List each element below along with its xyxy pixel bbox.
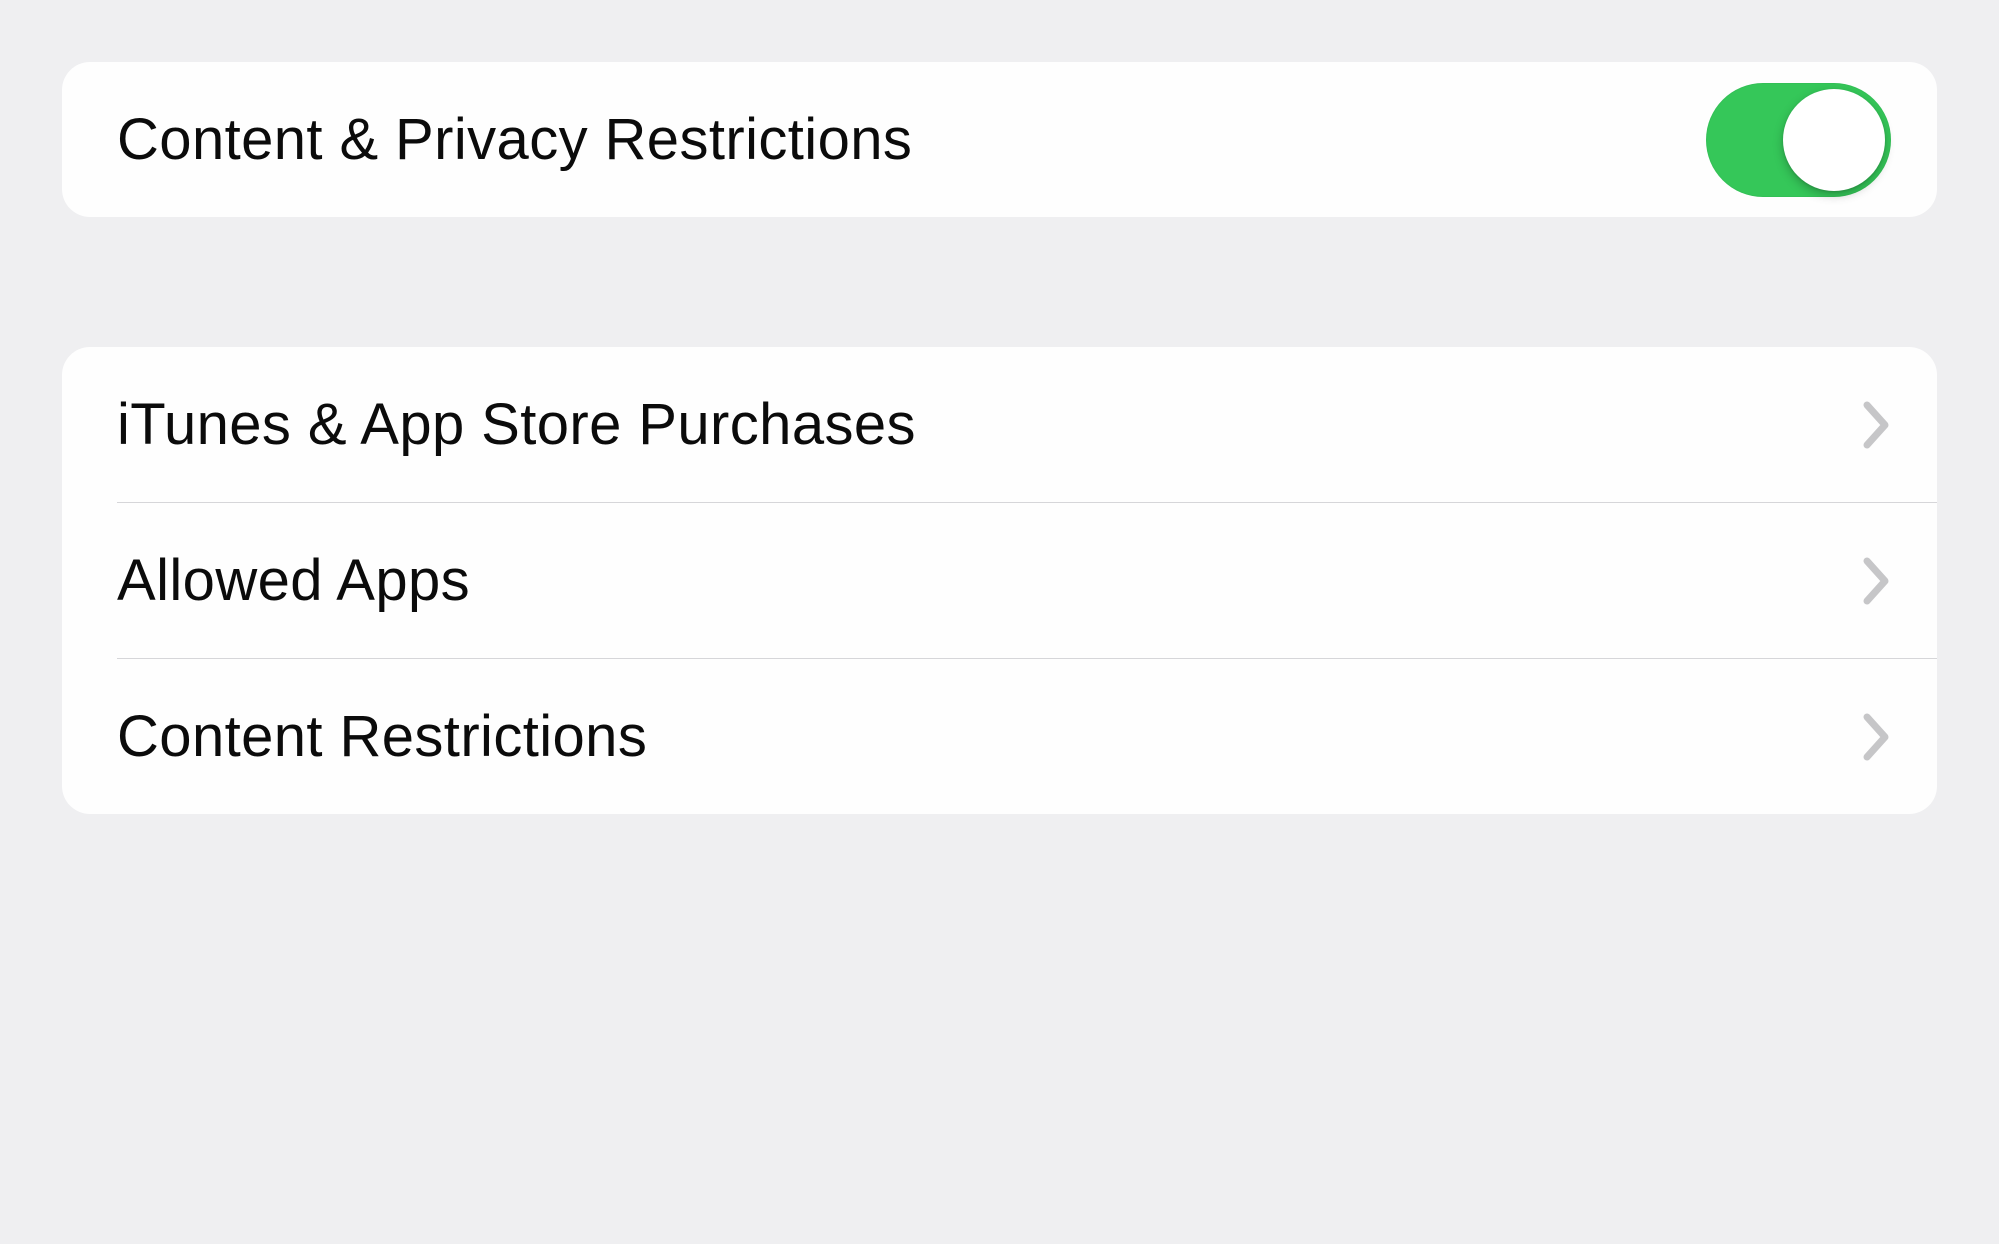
content-privacy-restrictions-toggle[interactable] — [1706, 83, 1891, 197]
row-label: Allowed Apps — [117, 546, 470, 616]
content-restrictions-row[interactable]: Content Restrictions — [62, 659, 1937, 814]
toggle-group: Content & Privacy Restrictions — [62, 62, 1937, 217]
chevron-right-icon — [1863, 401, 1891, 449]
chevron-right-icon — [1863, 557, 1891, 605]
toggle-knob — [1783, 89, 1885, 191]
itunes-app-store-purchases-row[interactable]: iTunes & App Store Purchases — [62, 347, 1937, 502]
allowed-apps-row[interactable]: Allowed Apps — [62, 503, 1937, 658]
row-label: iTunes & App Store Purchases — [117, 390, 916, 460]
content-privacy-restrictions-row: Content & Privacy Restrictions — [62, 62, 1937, 217]
content-privacy-restrictions-label: Content & Privacy Restrictions — [117, 105, 912, 175]
links-group: iTunes & App Store Purchases Allowed App… — [62, 347, 1937, 814]
row-label: Content Restrictions — [117, 702, 647, 772]
chevron-right-icon — [1863, 713, 1891, 761]
